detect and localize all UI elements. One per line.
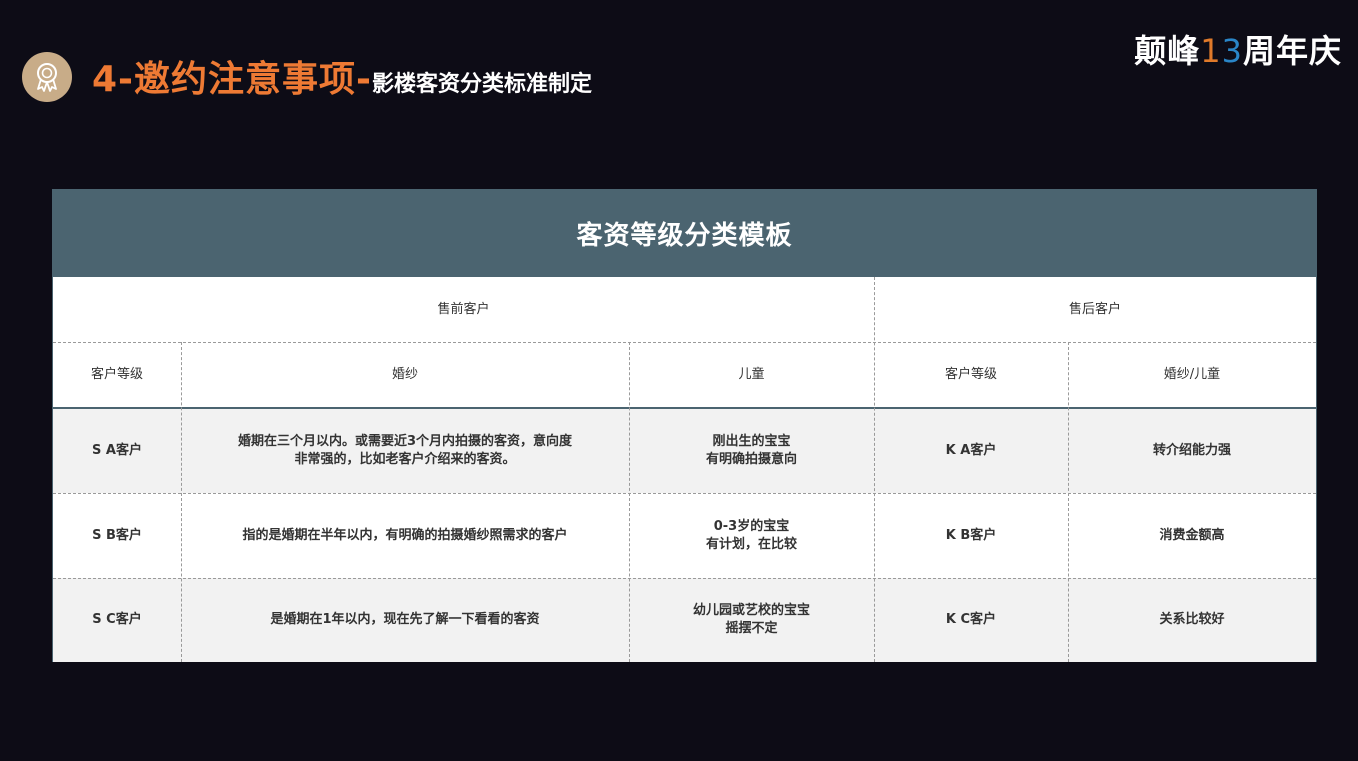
group-aftersale: 售后客户 [1068, 301, 1121, 317]
divider-row-1 [53, 493, 1316, 494]
brand-logo: 颠峰13周年庆 [1134, 26, 1342, 72]
divider-col-1 [181, 342, 182, 662]
divider-group-col [874, 277, 875, 662]
brand-suffix: 周年庆 [1242, 32, 1342, 70]
col-header-after-desc: 婚纱/儿童 [1163, 367, 1221, 382]
row1-wedding: 婚期在三个月以内。或需要近3个月内拍摄的客资，意向度 非常强的，比如老客户介绍来… [237, 433, 573, 467]
divider-col-2 [629, 342, 630, 662]
row2-child: 0-3岁的宝宝 有计划，在比较 [705, 518, 797, 552]
row1-after-desc: 转介绍能力强 [1152, 442, 1231, 458]
divider-col-4 [1068, 342, 1069, 662]
brand-digit-1: 1 [1200, 32, 1222, 70]
row1-child: 刚出生的宝宝 有明确拍摄意向 [705, 433, 797, 467]
brand-prefix: 颠峰 [1134, 32, 1201, 70]
group-presale: 售前客户 [437, 301, 490, 317]
table-title: 客资等级分类模板 [53, 190, 1316, 277]
title-subtitle: 影楼客资分类标准制定 [371, 72, 592, 97]
brand-digit-3: 3 [1221, 32, 1243, 70]
row2-after-desc: 消费金额高 [1159, 527, 1225, 543]
row2-after-level: K B客户 [945, 527, 997, 543]
row2-level: S B客户 [92, 527, 142, 543]
title-main: 4-邀约注意事项- [92, 59, 372, 100]
row3-after-level: K C客户 [945, 612, 997, 627]
classification-table: 客资等级分类模板 售前客户 售后客户 客户等级 婚纱 儿童 客户等级 婚纱/儿童… [52, 189, 1317, 662]
divider-row-2 [53, 578, 1316, 579]
row3-child: 幼儿园或艺校的宝宝 摇摆不定 [692, 603, 810, 636]
col-header-after-level: 客户等级 [944, 367, 997, 382]
row2-wedding: 指的是婚期在半年以内，有明确的拍摄婚纱照需求的客户 [242, 527, 568, 543]
row3-level: S C客户 [92, 612, 142, 627]
col-header-level: 客户等级 [90, 367, 143, 382]
divider-header [53, 407, 1316, 409]
row1-after-level: K A客户 [945, 442, 997, 458]
col-header-child: 儿童 [738, 367, 765, 382]
award-ribbon-icon [22, 52, 72, 102]
row3-wedding: 是婚期在1年以内，现在先了解一下看看的客资 [270, 612, 540, 627]
divider-group [53, 342, 1316, 343]
col-header-wedding: 婚纱 [391, 367, 418, 382]
page-title: 4-邀约注意事项-影楼客资分类标准制定 [92, 50, 592, 102]
row1-level: S A客户 [92, 442, 142, 458]
row3-after-desc: 关系比较好 [1159, 612, 1225, 627]
